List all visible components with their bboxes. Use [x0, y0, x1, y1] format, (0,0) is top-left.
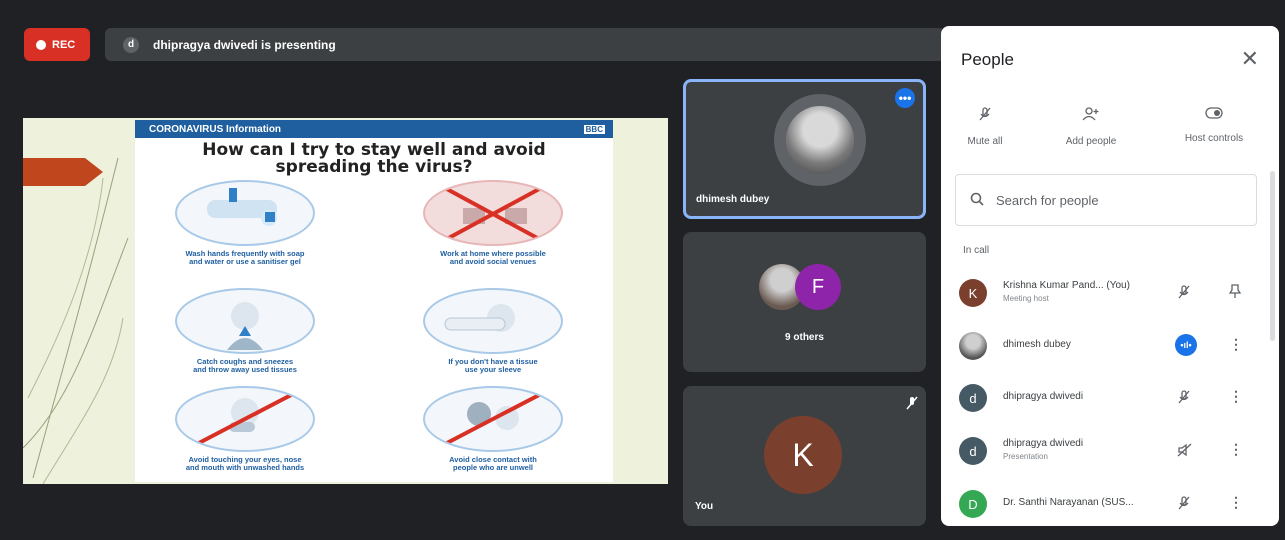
more-options-icon[interactable]: ⋮ [1229, 336, 1243, 353]
more-options-icon[interactable]: ⋮ [1229, 388, 1243, 405]
mic-off-icon [955, 106, 1015, 127]
mute-all-button[interactable]: Mute all [955, 106, 1015, 147]
mic-off-icon[interactable] [1177, 389, 1191, 408]
bbc-logo: BBC [583, 124, 605, 134]
self-tile[interactable]: K You [683, 386, 926, 526]
participant-name: Krishna Kumar Pand... (You) [1003, 280, 1130, 291]
presenting-banner: d dhipragya dwivedi is presenting [105, 28, 945, 61]
presenter-avatar: d [123, 36, 139, 53]
meeting-stage: REC d dhipragya dwivedi is presenting CO… [0, 0, 1285, 540]
poster-header: CORONAVIRUS Information BBC [135, 120, 613, 138]
tip-use-sleeve: If you don't have a tissue use your slee… [403, 288, 583, 374]
participant-name: dhipragya dwivedi [1003, 438, 1084, 449]
participant-avatar: d [959, 384, 987, 412]
participant-avatar: D [959, 490, 987, 518]
search-placeholder: Search for people [996, 192, 1099, 208]
more-options-icon[interactable]: ⋮ [1229, 494, 1243, 511]
participant-avatar: d [959, 437, 987, 465]
self-label: You [695, 501, 714, 512]
panel-title: People [961, 50, 1014, 69]
tip-catch-coughs: Catch coughs and sneezes and throw away … [155, 288, 335, 374]
participant-name: dhipragya dwivedi [1003, 391, 1084, 402]
participant-role: Presentation [1003, 452, 1048, 461]
participant-avatar [959, 332, 987, 360]
mic-off-icon [906, 396, 918, 413]
mic-off-icon[interactable] [1177, 284, 1191, 303]
add-people-button[interactable]: Add people [1051, 106, 1131, 147]
participant-avatar: K [959, 279, 987, 307]
participant-name: Dr. Santhi Narayanan (SUS... [1003, 497, 1134, 508]
search-people-input[interactable]: Search for people [955, 174, 1257, 226]
tip-avoid-touching: Avoid touching your eyes, nose and mouth… [155, 386, 335, 472]
audio-off-icon[interactable] [1177, 442, 1193, 461]
people-panel: People ✕ Mute all Add people Host contro… [941, 26, 1279, 526]
add-person-icon [1051, 106, 1131, 127]
info-poster: CORONAVIRUS Information BBC How can I tr… [135, 120, 613, 482]
participant-row[interactable]: K Krishna Kumar Pand... (You) Meeting ho… [941, 269, 1279, 315]
others-avatar-f: F [795, 264, 841, 310]
close-icon[interactable]: ✕ [1241, 46, 1259, 72]
more-options-icon[interactable]: ⋮ [1229, 441, 1243, 458]
home-illustration [423, 180, 563, 246]
host-controls-button[interactable]: Host controls [1169, 106, 1259, 144]
sleeve-illustration [423, 288, 563, 354]
poster-header-title: CORONAVIRUS Information [149, 123, 282, 135]
tip-wash-hands: Wash hands frequently with soap and wate… [155, 180, 335, 266]
participant-row[interactable]: d dhipragya dwivedi Presentation ⋮ [941, 427, 1279, 473]
poster-title: How can I try to stay well and avoid spr… [202, 140, 546, 177]
participant-row[interactable]: D Dr. Santhi Narayanan (SUS... ⋮ [941, 480, 1279, 526]
recording-label: REC [52, 38, 76, 51]
others-count: 9 others [785, 332, 824, 343]
participant-row[interactable]: dhimesh dubey •ıl• ⋮ [941, 322, 1279, 368]
shared-presentation: CORONAVIRUS Information BBC How can I tr… [23, 118, 668, 484]
pin-icon[interactable] [1228, 283, 1242, 302]
face-touch-illustration [175, 386, 315, 452]
search-icon [970, 192, 984, 209]
recording-indicator[interactable]: REC [24, 28, 90, 61]
slide-arrow [23, 158, 85, 186]
presenting-text: dhipragya dwivedi is presenting [153, 37, 336, 52]
slide-arrow-head [85, 158, 103, 186]
toggle-icon [1169, 106, 1259, 124]
avatar-photo [786, 106, 854, 174]
participant-name: dhimesh dubey [1003, 339, 1071, 350]
record-dot-icon [36, 39, 46, 50]
participant-role: Meeting host [1003, 294, 1049, 303]
contact-illustration [423, 386, 563, 452]
tip-work-home: Work at home where possible and avoid so… [403, 180, 583, 266]
speaking-indicator-icon: •ıl• [1175, 334, 1197, 356]
more-options-icon[interactable]: ••• [895, 88, 915, 108]
mic-off-icon[interactable] [1177, 495, 1191, 514]
participant-name: dhimesh dubey [696, 194, 770, 205]
handwash-illustration [175, 180, 315, 246]
participant-tile-dhimesh[interactable]: ••• dhimesh dubey [683, 79, 926, 219]
participant-row[interactable]: d dhipragya dwivedi ⋮ [941, 374, 1279, 420]
self-avatar: K [764, 416, 842, 494]
tip-avoid-contact: Avoid close contact with people who are … [403, 386, 583, 472]
others-tile[interactable]: F 9 others [683, 232, 926, 372]
cough-illustration [175, 288, 315, 354]
in-call-heading: In call [963, 245, 990, 256]
panel-scrollbar[interactable] [1270, 171, 1275, 341]
